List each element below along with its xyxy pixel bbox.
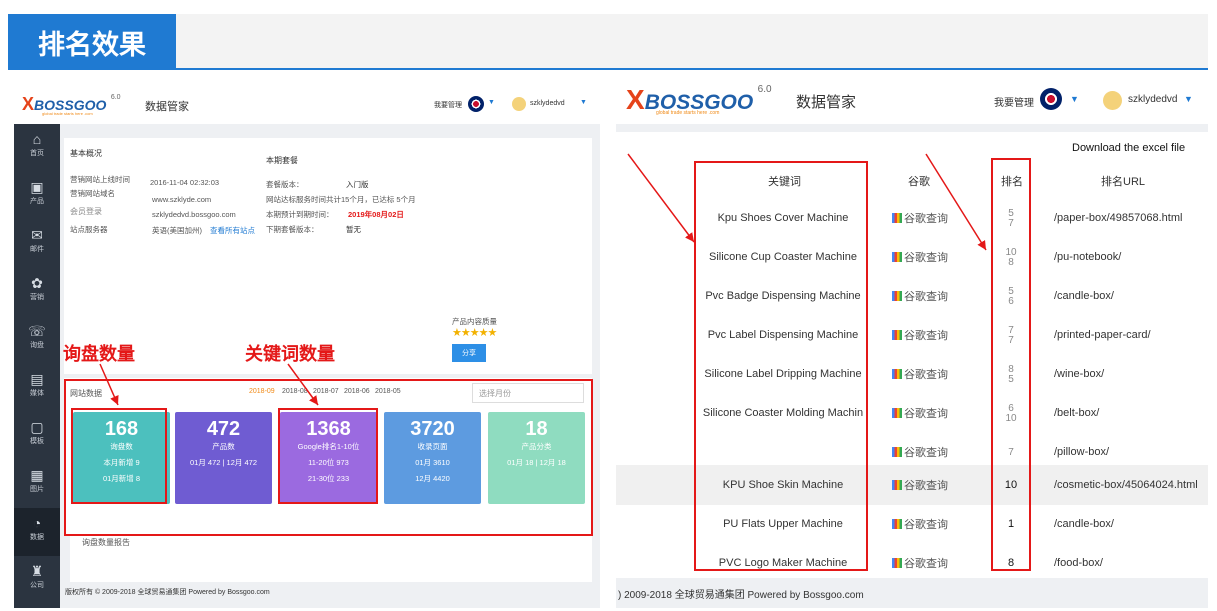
header-bar	[8, 14, 1208, 70]
left-screenshot: XBOSSGOO 6.0 global trade starts here .c…	[8, 72, 608, 608]
annotation-arrows	[99, 363, 319, 406]
right-screenshot: XBOSSGOO 6.0 global trade starts here .c…	[616, 72, 1208, 608]
page-title: 排名效果	[8, 14, 176, 70]
annotation-arrows	[627, 153, 987, 251]
